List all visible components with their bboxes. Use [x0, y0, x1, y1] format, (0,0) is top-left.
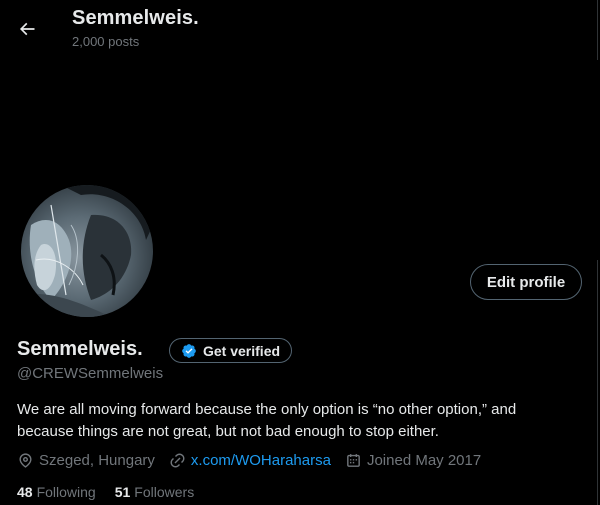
joined-item: Joined May 2017: [345, 452, 481, 469]
location-pin-icon: [19, 453, 32, 468]
bio-line-1: We are all moving forward because the on…: [17, 401, 517, 418]
website-link[interactable]: x.com/WOHaraharsa: [191, 452, 331, 469]
joined-text: Joined May 2017: [366, 452, 482, 469]
back-button[interactable]: [10, 12, 44, 46]
profile-page: Semmelweis. 2,000 posts Edit profile Sem…: [0, 0, 598, 505]
bio: We are all moving forward because the on…: [17, 399, 577, 443]
user-handle: @CREWSemmelweis: [17, 365, 164, 382]
profile-meta: Szeged, Hungary x.com/WOHaraharsa Joined…: [17, 452, 495, 469]
edit-profile-button[interactable]: Edit profile: [470, 264, 582, 300]
followers-count: 51: [114, 484, 131, 500]
following-label: Following: [36, 484, 96, 500]
location-item: Szeged, Hungary: [17, 452, 155, 469]
header-title: Semmelweis.: [72, 7, 199, 29]
following-link[interactable]: 48 Following: [17, 484, 96, 500]
following-count: 48: [17, 484, 33, 500]
followers-label: Followers: [134, 484, 195, 500]
display-name: Semmelweis.: [17, 338, 143, 360]
get-verified-button[interactable]: Get verified: [169, 338, 293, 363]
top-bar: Semmelweis. 2,000 posts: [0, 0, 598, 60]
follow-stats: 48 Following 51 Followers: [17, 484, 213, 500]
arrow-left-icon: [19, 22, 35, 36]
avatar-image: [21, 185, 153, 317]
avatar[interactable]: [18, 182, 156, 320]
followers-link[interactable]: 51 Followers: [115, 484, 194, 500]
bio-line-2: because things are not great, but not ba…: [17, 423, 439, 440]
posts-count: 2,000 posts: [72, 34, 140, 49]
verified-badge-icon: [182, 343, 196, 358]
get-verified-label: Get verified: [203, 342, 281, 359]
location-text: Szeged, Hungary: [39, 452, 155, 469]
website-item: x.com/WOHaraharsa: [169, 452, 331, 469]
calendar-icon: [347, 454, 360, 467]
link-icon: [170, 453, 185, 468]
